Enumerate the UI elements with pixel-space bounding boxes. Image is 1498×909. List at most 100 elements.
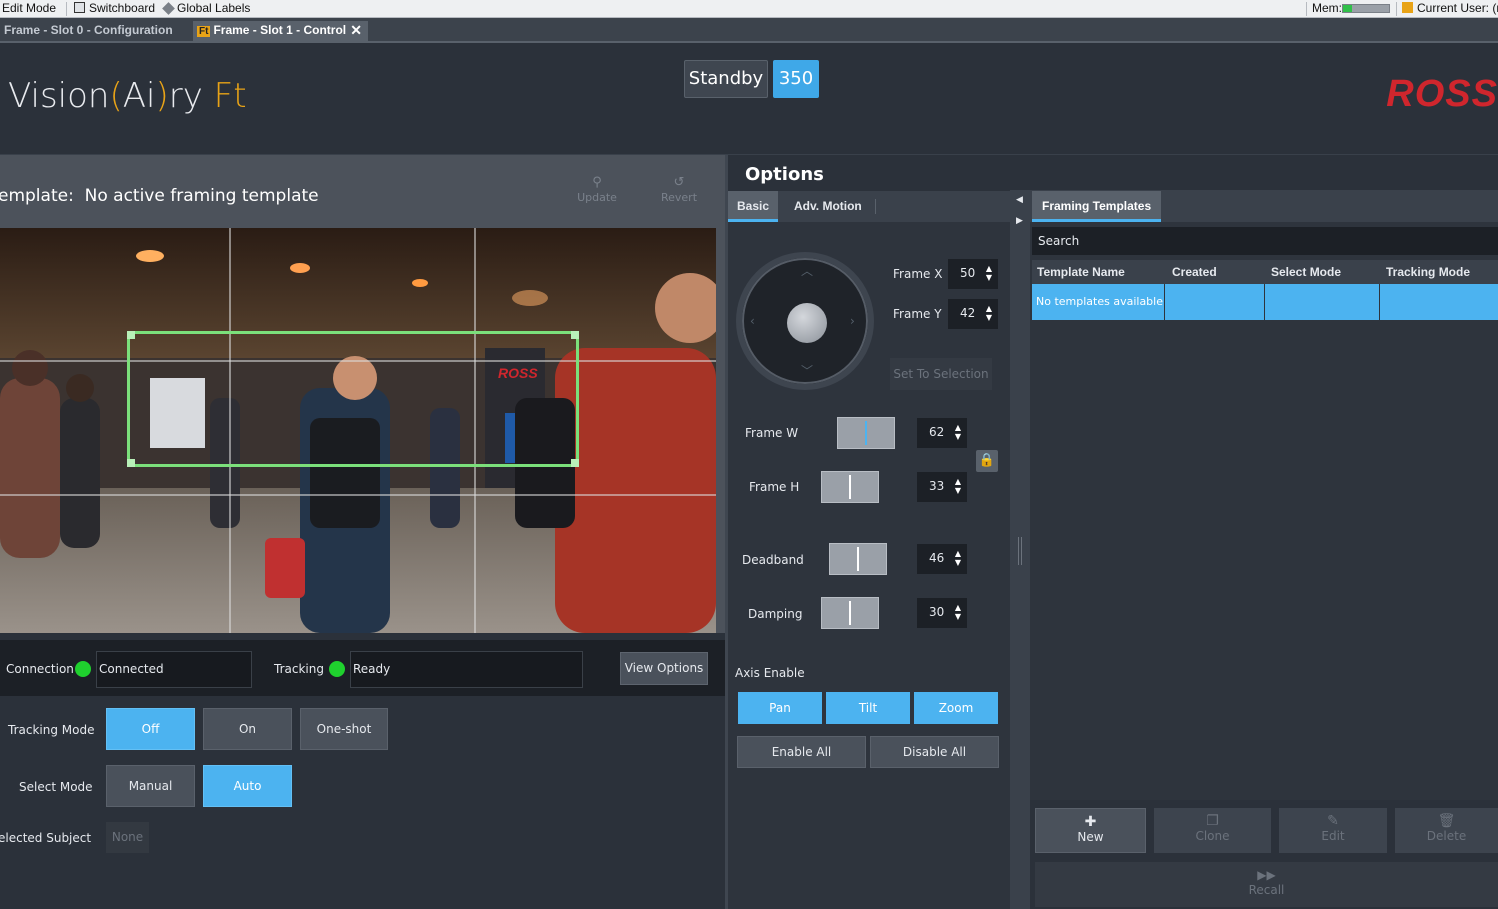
deadband-label: Deadband (742, 553, 804, 567)
slider-thumb[interactable] (849, 601, 851, 625)
menu-separator (1306, 2, 1307, 16)
template-bar: emplate: No active framing template ⚲ Up… (0, 155, 725, 228)
edit-mode-menu[interactable]: Edit Mode (2, 1, 56, 15)
chevron-left-icon[interactable]: ◀ (1016, 195, 1023, 205)
position-joystick[interactable]: ︿ ﹀ ‹ › (736, 252, 874, 390)
column-select-mode[interactable]: Select Mode (1271, 265, 1341, 279)
tab-adv-motion[interactable]: Adv. Motion (794, 199, 862, 213)
delete-template-button[interactable]: 🗑 Delete (1395, 808, 1498, 853)
column-created[interactable]: Created (1172, 265, 1217, 279)
axis-tilt-button[interactable]: Tilt (826, 692, 910, 724)
damping-label: Damping (748, 607, 803, 621)
tracking-mode-off-button[interactable]: Off (106, 708, 195, 750)
axis-enable-label: Axis Enable (735, 666, 805, 680)
frame-w-slider[interactable] (837, 417, 895, 449)
select-mode-auto-button[interactable]: Auto (203, 765, 292, 807)
frame-y-stepper[interactable]: 42 ▲ ▼ (948, 299, 998, 329)
set-to-selection-button[interactable]: Set To Selection (890, 358, 992, 390)
stepper-arrows-icon[interactable]: ▲ ▼ (955, 477, 961, 495)
deadband-stepper[interactable]: 46 ▲ ▼ (917, 544, 967, 574)
tracking-mode-on-button[interactable]: On (203, 708, 292, 750)
logo-text: Vision (8, 76, 110, 116)
stepper-arrows-icon[interactable]: ▲ ▼ (955, 549, 961, 567)
slider-thumb[interactable] (849, 475, 851, 499)
new-template-button[interactable]: ✚ New (1035, 808, 1146, 853)
splitter-grip[interactable] (1018, 537, 1022, 565)
slider-thumb[interactable] (865, 421, 867, 445)
connection-label: Connection (6, 662, 74, 676)
table-row[interactable]: No templates available (1032, 284, 1498, 320)
resize-handle[interactable] (571, 459, 579, 467)
frame-x-stepper[interactable]: 50 ▲ ▼ (948, 259, 998, 289)
plus-icon: ✚ (1084, 814, 1097, 830)
current-user[interactable]: Current User: (n (1402, 1, 1498, 15)
resize-handle[interactable] (127, 331, 135, 339)
tab-label: Frame - Slot 0 - Configuration (4, 23, 173, 37)
menu-separator (66, 2, 67, 16)
resize-handle[interactable] (571, 331, 579, 339)
frame-w-stepper[interactable]: 62 ▲ ▼ (917, 418, 967, 448)
resize-handle[interactable] (127, 459, 135, 467)
enable-all-button[interactable]: Enable All (737, 736, 866, 768)
memory-meter-fill (1343, 5, 1353, 12)
framing-templates-panel: Framing Templates Search Template Name C… (1030, 190, 1498, 909)
framing-box[interactable] (127, 331, 579, 467)
update-button[interactable]: ⚲ Update (566, 175, 628, 215)
frame-h-stepper[interactable]: 33 ▲ ▼ (917, 472, 967, 502)
column-template-name[interactable]: Template Name (1037, 265, 1125, 279)
template-search-input[interactable]: Search (1032, 227, 1498, 255)
stepper-arrows-icon[interactable]: ▲ ▼ (955, 423, 961, 441)
tab-slot-1-control[interactable]: Ft Frame - Slot 1 - Control ✕ (193, 21, 368, 41)
tag-icon (162, 2, 175, 15)
logo-text-post: ry (168, 76, 203, 116)
memory-meter (1342, 4, 1390, 13)
tab-slot-0-configuration[interactable]: Frame - Slot 0 - Configuration (0, 21, 188, 41)
user-icon (1402, 2, 1413, 13)
pencil-icon: ✎ (1327, 813, 1339, 829)
global-labels-menu[interactable]: Global Labels (162, 1, 251, 15)
ross-logo: ROSS (1386, 73, 1498, 115)
options-panel: Options Basic Adv. Motion ︿ ﹀ ‹ › Frame … (728, 155, 1010, 909)
chevron-right-icon[interactable]: ▶ (1016, 216, 1023, 226)
revert-button[interactable]: ↺ Revert (648, 175, 710, 215)
recall-template-button[interactable]: ▶▶ Recall (1035, 862, 1498, 907)
edit-template-button[interactable]: ✎ Edit (1279, 808, 1387, 853)
view-options-button[interactable]: View Options (620, 652, 708, 685)
chevron-down-icon: ﹀ (801, 364, 814, 378)
slider-thumb[interactable] (857, 547, 859, 571)
tab-basic[interactable]: Basic (728, 191, 779, 222)
stepper-arrows-icon[interactable]: ▲ ▼ (986, 264, 992, 282)
system-menu-bar: Edit Mode Switchboard Global Labels Mem:… (0, 0, 1498, 18)
switchboard-label: Switchboard (89, 1, 156, 15)
joystick-knob[interactable] (787, 303, 827, 343)
selected-subject-none-button[interactable]: None (106, 822, 149, 853)
options-title: Options (745, 164, 824, 185)
column-tracking-mode[interactable]: Tracking Mode (1386, 265, 1470, 279)
global-labels-label: Global Labels (177, 1, 251, 15)
update-label: Update (577, 191, 617, 204)
camera-preview[interactable]: ROSS (0, 228, 716, 633)
frame-h-slider[interactable] (821, 471, 879, 503)
axis-pan-button[interactable]: Pan (738, 692, 822, 724)
clone-template-button[interactable]: ❐ Clone (1154, 808, 1271, 853)
window-tab-bar: Frame - Slot 0 - Configuration Ft Frame -… (0, 18, 1498, 43)
damping-stepper[interactable]: 30 ▲ ▼ (917, 598, 967, 628)
tab-framing-templates[interactable]: Framing Templates (1032, 191, 1162, 222)
standby-value[interactable]: 350 (773, 60, 819, 98)
disable-all-button[interactable]: Disable All (870, 736, 999, 768)
standby-button[interactable]: Standby (684, 60, 768, 98)
deadband-slider[interactable] (829, 543, 887, 575)
panel-splitter[interactable]: ◀ ▶ (1010, 190, 1030, 909)
tracking-label: Tracking (274, 662, 324, 676)
close-icon[interactable]: ✕ (350, 22, 362, 39)
lock-icon[interactable]: 🔒 (976, 450, 998, 472)
tracking-mode-one-shot-button[interactable]: One-shot (300, 708, 388, 750)
stepper-arrows-icon[interactable]: ▲ ▼ (955, 603, 961, 621)
pin-icon: ⚲ (592, 175, 602, 190)
stepper-arrows-icon[interactable]: ▲ ▼ (986, 304, 992, 322)
axis-zoom-button[interactable]: Zoom (914, 692, 998, 724)
switchboard-menu[interactable]: Switchboard (74, 1, 155, 15)
damping-slider[interactable] (821, 597, 879, 629)
select-mode-manual-button[interactable]: Manual (106, 765, 195, 807)
grid-line (0, 494, 716, 496)
